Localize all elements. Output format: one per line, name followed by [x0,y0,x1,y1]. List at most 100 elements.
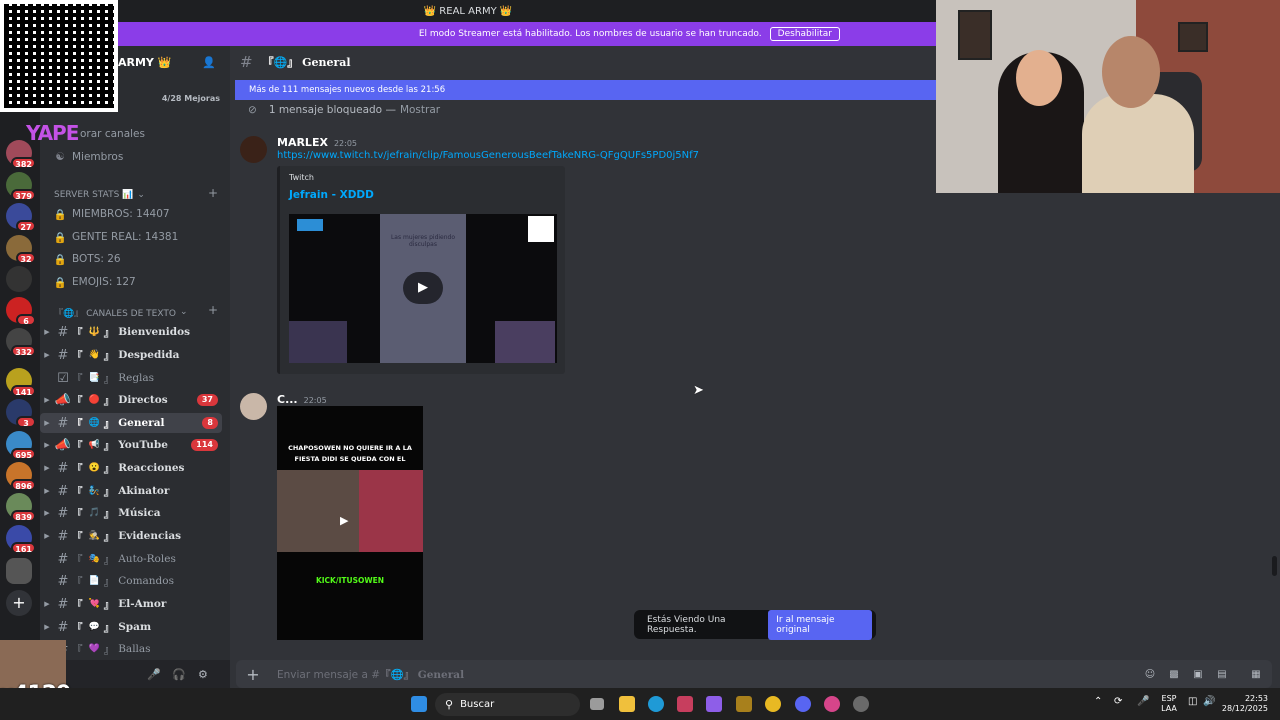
avatar[interactable] [240,393,267,420]
gif-icon[interactable]: ▩ [1162,669,1186,680]
new-messages-bar[interactable]: Más de 111 mensajes nuevos desde las 21:… [235,80,936,100]
stat-channel[interactable]: 🔒 GENTE REAL: 14381 [52,228,178,246]
category-text-channels[interactable]: 『🌐』 CANALES DE TEXTO ⌄ [54,305,187,319]
server-title: 👑 REAL ARMY 👑 [423,5,513,17]
add-member-icon[interactable]: 👤 [202,56,216,69]
volume-icon[interactable]: 🔊 [1203,697,1215,707]
qr-code-overlay [0,0,118,112]
server-icon[interactable]: 379 [6,172,36,201]
thumb-qr [528,216,554,242]
file-explorer-icon[interactable] [619,696,635,712]
server-icon[interactable]: 839 [6,493,36,522]
channel-emoji: 📄 [88,576,100,586]
jump-to-original-button[interactable]: Ir al mensaje original [768,609,872,640]
stat-channel[interactable]: 🔒 MIEMBROS: 14407 [52,205,169,223]
channel-item[interactable]: ▶ 📣 『 📢』 YouTube 114 [40,435,222,455]
channel-item[interactable]: ▶ # 『 🔱』 Bienvenidos [40,322,222,342]
game-app-icon[interactable] [736,696,752,712]
copilot-icon[interactable] [706,696,722,712]
add-channel-icon[interactable]: + [208,186,218,200]
server-name[interactable]: ARMY 👑 [118,56,171,69]
thumb-cam-right [495,321,555,363]
discord-icon[interactable] [795,696,811,712]
channel-item[interactable]: # 『 📄』 Comandos [40,571,222,591]
server-icon[interactable]: 332 [6,328,36,357]
server-icon[interactable]: 3 [6,399,36,428]
scrollbar[interactable] [1272,556,1277,576]
add-server-icon[interactable]: + [6,590,32,616]
clock[interactable]: 22:53 28/12/2025 [1220,694,1268,714]
network-icon[interactable]: ◫ [1188,697,1197,707]
language-indicator[interactable]: ESP LAA [1160,694,1178,714]
members-item[interactable]: ☯ Miembros [52,148,123,166]
search-label: Buscar [460,699,495,710]
sticker-icon[interactable]: ▣ [1186,669,1210,680]
message-link[interactable]: https://www.twitch.tv/jefrain/clip/Famou… [277,150,699,161]
server-icon[interactable]: 896 [6,462,36,491]
author-name[interactable]: C... [277,393,298,406]
channel-item[interactable]: ▶ # 『 🧞』 Akinator [40,481,222,501]
stat-channel[interactable]: 🔒 EMOJIS: 127 [52,273,135,291]
channel-item-active[interactable]: ▶ # 『 🌐』 General 8 [40,413,222,433]
video-attachment[interactable]: CHAPOSOWEN NO QUIERE IR A LA FIESTA DIDI… [277,406,423,640]
channel-item[interactable]: # 『 🎭』 Auto-Roles [40,549,222,569]
channel-item[interactable]: ▶ # 『 🎵』 Música [40,503,222,523]
channel-item[interactable]: ▶ 📣 『 🔴』 Directos 37 [40,390,222,410]
unread-badge: 8 [202,417,218,429]
microphone-icon[interactable]: 🎤 [147,668,161,681]
browser-icon[interactable] [824,696,840,712]
server-icon[interactable] [6,558,32,584]
add-attachment-icon[interactable]: + [236,665,270,684]
server-icon[interactable]: 6 [6,297,36,326]
show-blocked-link[interactable]: Mostrar [400,104,440,116]
channel-item[interactable]: ▶ # 『 💘』 El-Amor [40,594,222,614]
add-channel-icon[interactable]: + [208,303,218,317]
play-icon[interactable]: ▶ [403,272,443,304]
server-icon[interactable]: 141 [6,368,36,397]
chrome-icon[interactable] [765,696,781,712]
category-server-stats[interactable]: SERVER STATS 📊 ⌄ [54,188,145,202]
task-view-icon[interactable] [590,698,604,710]
microphone-icon[interactable]: 🎤 [1137,697,1149,707]
embed-thumbnail[interactable]: Las mujeres pidiendo disculpas ▶ [289,214,557,363]
lang-bottom: LAA [1161,704,1177,713]
apps-icon[interactable]: ▦ [1244,669,1268,680]
stat-channel[interactable]: 🔒 BOTS: 26 [52,250,120,268]
disable-streamer-button[interactable]: Deshabilitar [769,27,840,41]
server-icon[interactable]: 32 [6,235,36,264]
windows-start-icon[interactable] [411,696,427,712]
bracket: 『 [72,394,83,407]
image-icon[interactable]: ▤ [1210,669,1234,680]
channel-item[interactable]: ▶ # 『 🕵』 Evidencias [40,526,222,546]
explore-channels[interactable]: orar canales [80,125,145,143]
server-icon[interactable]: 695 [6,431,36,460]
hash-icon: # [57,347,69,363]
message-composer[interactable]: + Enviar mensaje a #『🌐』 General ☺ ▩ ▣ ▤ … [236,660,1272,688]
channel-item[interactable]: ▶ # 『 😮』 Reacciones [40,458,222,478]
headphones-icon[interactable]: 🎧 [172,668,186,681]
author-name[interactable]: MARLEX [277,136,328,149]
embed-title[interactable]: Jefrain - XDDD [289,189,374,201]
taskbar-search[interactable]: ⚲ Buscar [435,693,580,716]
channel-item[interactable]: ▶ # 『 👋』 Despedida [40,345,222,365]
bracket: 』 [103,553,115,566]
tray-chevron-icon[interactable]: ⌃ [1094,697,1102,707]
store-icon[interactable] [677,696,693,712]
channel-item[interactable]: ☑ 『 📑』 Reglas [40,368,222,388]
settings-gear-icon[interactable]: ⚙ [198,668,208,681]
channel-emoji: 💬 [88,622,100,632]
rules-icon: ☑ [57,370,69,386]
play-icon[interactable]: ▶ [340,514,348,527]
server-icon[interactable]: 161 [6,525,36,554]
channel-item[interactable]: ▶ # 『 💬』 Spam [40,617,222,637]
edge-icon[interactable] [648,696,664,712]
obs-icon[interactable] [853,696,869,712]
server-icon[interactable] [6,266,32,292]
mouse-cursor-icon: ➤ [693,383,704,398]
avatar[interactable] [240,136,267,163]
channel-item[interactable]: #『💜』Ballas [40,639,222,659]
composer-placeholder[interactable]: Enviar mensaje a #『🌐』 General [277,667,464,682]
refresh-icon[interactable]: ⟳ [1114,697,1122,707]
emoji-icon[interactable]: ☺ [1138,669,1162,680]
server-icon[interactable]: 27 [6,203,36,232]
